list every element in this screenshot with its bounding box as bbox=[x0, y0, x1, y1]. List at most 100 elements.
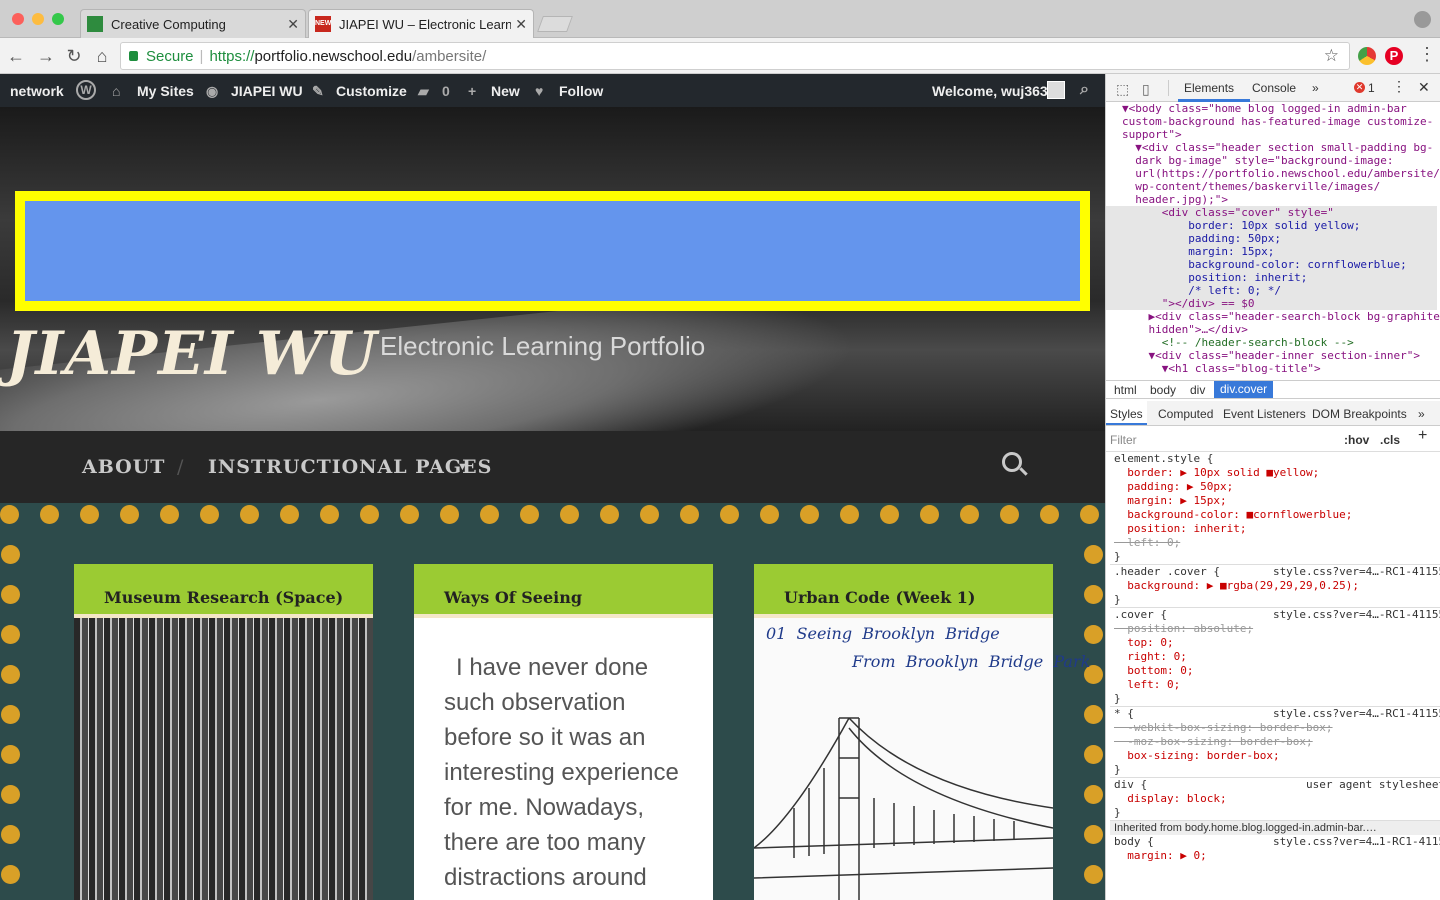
dom-line[interactable]: "></div> == $0 bbox=[1106, 297, 1437, 310]
style-line[interactable]: } bbox=[1110, 763, 1440, 778]
post-thumbnail-sketch[interactable]: 01 Seeing Brooklyn Bridge From Brooklyn … bbox=[754, 618, 1090, 900]
style-line[interactable]: } bbox=[1110, 692, 1440, 707]
bookmark-star-icon[interactable]: ☆ bbox=[1324, 46, 1339, 66]
dom-line[interactable]: support"> bbox=[1106, 128, 1437, 141]
forward-icon[interactable]: → bbox=[36, 46, 56, 67]
dom-line[interactable]: hidden">…</div> bbox=[1106, 323, 1437, 336]
site-name-link[interactable]: JIAPEI WU bbox=[231, 83, 303, 99]
tab-jiapei-wu[interactable]: NEW JIAPEI WU – Electronic Learnin ✕ bbox=[308, 9, 534, 38]
customize-link[interactable]: Customize bbox=[336, 83, 407, 99]
cls-toggle[interactable]: .cls bbox=[1380, 433, 1400, 447]
style-line[interactable]: border: ▶ 10px solid ■yellow; bbox=[1110, 466, 1440, 480]
style-line[interactable]: left: 0; bbox=[1110, 678, 1440, 692]
post-title[interactable]: Ways Of Seeing bbox=[414, 564, 713, 614]
close-tab-icon[interactable]: ✕ bbox=[287, 16, 299, 33]
post-thumbnail-circuit[interactable] bbox=[74, 618, 373, 900]
wordpress-logo-icon[interactable]: W bbox=[76, 80, 96, 100]
dom-line[interactable]: <!-- /header-search-block --> bbox=[1106, 336, 1437, 349]
profile-icon[interactable] bbox=[1414, 11, 1431, 28]
url-bar[interactable]: Secure | https://portfolio.newschool.edu… bbox=[120, 42, 1350, 70]
error-icon[interactable]: ✕ bbox=[1354, 82, 1365, 93]
style-line[interactable]: } bbox=[1110, 806, 1440, 821]
more-tabs-icon[interactable]: » bbox=[1312, 81, 1319, 95]
tab-elements[interactable]: Elements bbox=[1184, 81, 1234, 95]
style-line[interactable]: position: absolute; bbox=[1110, 622, 1440, 636]
style-line[interactable]: position: inherit; bbox=[1110, 522, 1440, 536]
post-card[interactable]: Ways Of Seeing I have never done such ob… bbox=[414, 564, 713, 900]
style-line[interactable]: margin: ▶ 15px; bbox=[1110, 494, 1440, 508]
post-card[interactable]: Urban Code (Week 1) 01 Seeing Brooklyn B… bbox=[754, 564, 1090, 900]
menu-item-about[interactable]: ABOUT bbox=[82, 456, 165, 478]
dom-line[interactable]: background-color: cornflowerblue; bbox=[1106, 258, 1437, 271]
style-line[interactable]: padding: ▶ 50px; bbox=[1110, 480, 1440, 494]
style-line[interactable]: } bbox=[1110, 593, 1440, 608]
search-icon[interactable]: ⌕ bbox=[1080, 81, 1089, 99]
post-title[interactable]: Museum Research (Space) bbox=[74, 564, 373, 614]
dom-line[interactable]: /* left: 0; */ bbox=[1106, 284, 1437, 297]
style-line[interactable]: display: block; bbox=[1110, 792, 1440, 806]
devtools-menu-icon[interactable]: ⋮ bbox=[1392, 78, 1406, 95]
style-line[interactable]: Inherited from body.home.blog.logged-in.… bbox=[1110, 821, 1440, 835]
style-line[interactable]: element.style { bbox=[1110, 452, 1440, 466]
style-line[interactable]: -webkit-box-sizing: border-box; bbox=[1110, 721, 1440, 735]
breadcrumb-item[interactable]: html bbox=[1114, 383, 1137, 397]
dom-line[interactable]: <div class="cover" style=" bbox=[1106, 206, 1437, 219]
inspect-element-icon[interactable]: ⬚ bbox=[1116, 81, 1129, 98]
device-toolbar-icon[interactable]: ▯ bbox=[1142, 81, 1150, 98]
style-line[interactable]: margin: ▶ 0; bbox=[1110, 849, 1440, 863]
dom-tree[interactable]: ▼<body class="home blog logged-in admin-… bbox=[1106, 102, 1440, 380]
style-line[interactable]: right: 0; bbox=[1110, 650, 1440, 664]
blog-title[interactable]: JIAPEI WU bbox=[6, 319, 378, 389]
tab-creative-computing[interactable]: Creative Computing ✕ bbox=[80, 9, 306, 38]
dom-line[interactable]: border: 10px solid yellow; bbox=[1106, 219, 1437, 232]
dom-line[interactable]: header.jpg);"> bbox=[1106, 193, 1437, 206]
dom-line[interactable]: dark bg-image" style="background-image: bbox=[1106, 154, 1437, 167]
menu-item-instructional-pages[interactable]: INSTRUCTIONAL PAGES bbox=[208, 456, 492, 478]
chrome-menu-icon[interactable]: ⋮ bbox=[1418, 44, 1436, 65]
follow-link[interactable]: Follow bbox=[559, 83, 603, 99]
style-line[interactable]: } bbox=[1110, 550, 1440, 565]
style-line[interactable]: box-sizing: border-box; bbox=[1110, 749, 1440, 763]
new-tab-button[interactable] bbox=[537, 16, 573, 32]
style-line[interactable]: background: ▶ ■rgba(29,29,29,0.25); bbox=[1110, 579, 1440, 593]
home-icon[interactable]: ⌂ bbox=[92, 46, 112, 67]
tab-console[interactable]: Console bbox=[1252, 81, 1296, 95]
reload-icon[interactable]: ↻ bbox=[64, 46, 84, 67]
dom-line[interactable]: margin: 15px; bbox=[1106, 245, 1437, 258]
add-rule-icon[interactable]: + bbox=[1418, 428, 1427, 444]
new-content-link[interactable]: New bbox=[491, 83, 520, 99]
style-line[interactable]: -moz-box-sizing: border-box; bbox=[1110, 735, 1440, 749]
dom-line[interactable]: ▼<body class="home blog logged-in admin-… bbox=[1106, 102, 1437, 115]
style-rules[interactable]: element.style { border: ▶ 10px solid ■ye… bbox=[1106, 452, 1440, 863]
style-line[interactable]: .cover { style.css?ver=4…-RC1-41155:269 bbox=[1110, 608, 1440, 622]
dom-line[interactable]: ▶<div class="header-search-block bg-grap… bbox=[1106, 310, 1439, 323]
dom-line[interactable]: padding: 50px; bbox=[1106, 232, 1437, 245]
close-devtools-icon[interactable]: ✕ bbox=[1418, 79, 1430, 96]
tab-styles[interactable]: Styles bbox=[1106, 401, 1147, 425]
dom-line[interactable]: wp-content/themes/baskerville/images/ bbox=[1106, 180, 1437, 193]
style-line[interactable]: * { style.css?ver=4…-RC1-41155:117 bbox=[1110, 707, 1440, 721]
breadcrumb-item[interactable]: div bbox=[1190, 383, 1205, 397]
tab-event-listeners[interactable]: Event Listeners bbox=[1223, 407, 1306, 421]
tab-dom-breakpoints[interactable]: DOM Breakpoints bbox=[1312, 407, 1407, 421]
close-window-icon[interactable] bbox=[12, 13, 24, 25]
hov-toggle[interactable]: :hov bbox=[1344, 433, 1369, 447]
dom-line[interactable]: url(https://portfolio.newschool.edu/ambe… bbox=[1106, 167, 1440, 180]
maximize-window-icon[interactable] bbox=[52, 13, 64, 25]
style-line[interactable]: bottom: 0; bbox=[1110, 664, 1440, 678]
dom-line[interactable]: position: inherit; bbox=[1106, 271, 1437, 284]
dom-line[interactable]: ▼<div class="header-inner section-inner"… bbox=[1106, 349, 1437, 362]
style-line[interactable]: background-color: ■cornflowerblue; bbox=[1110, 508, 1440, 522]
dom-line[interactable]: custom-background has-featured-image cus… bbox=[1106, 115, 1437, 128]
dom-line[interactable]: ▼<div class="header section small-paddin… bbox=[1106, 141, 1437, 154]
breadcrumb-item[interactable]: body bbox=[1150, 383, 1176, 397]
style-line[interactable]: top: 0; bbox=[1110, 636, 1440, 650]
chrome-extension-icon[interactable] bbox=[1358, 47, 1376, 65]
tab-computed[interactable]: Computed bbox=[1158, 407, 1213, 421]
style-line[interactable]: body { style.css?ver=4…1-RC1-41155:96 bbox=[1110, 835, 1440, 849]
post-title[interactable]: Urban Code (Week 1) bbox=[754, 564, 1053, 614]
network-link[interactable]: network bbox=[10, 83, 64, 99]
close-tab-icon[interactable]: ✕ bbox=[515, 16, 527, 33]
breadcrumb-item-active[interactable]: div.cover bbox=[1214, 381, 1274, 398]
dom-line[interactable]: ▼<h1 class="blog-title"> bbox=[1106, 362, 1437, 375]
